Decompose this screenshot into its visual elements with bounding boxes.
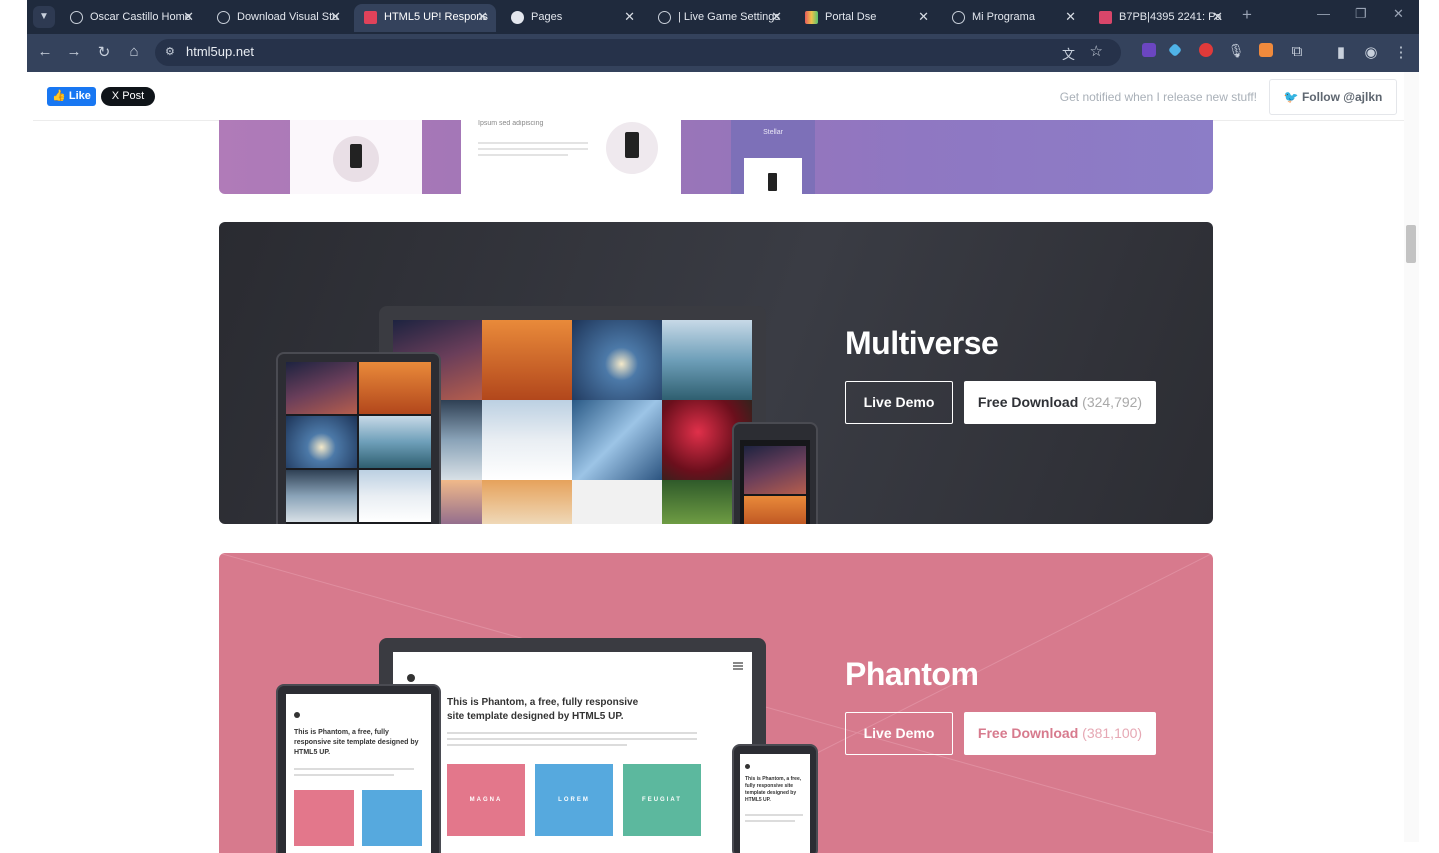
- preview-heading: This is Phantom, a free, fully responsiv…: [745, 776, 802, 803]
- close-icon[interactable]: ✕: [1212, 4, 1223, 30]
- template-card-multiverse: Multiverse Live Demo Free Download (324,…: [219, 222, 1213, 524]
- extension-gem-icon[interactable]: [1167, 42, 1183, 58]
- extensions-puzzle-icon[interactable]: ⧉: [1287, 43, 1307, 60]
- html5up-favicon-icon: [364, 11, 377, 24]
- notify-text: Get notified when I release new stuff!: [1059, 90, 1257, 104]
- home-icon[interactable]: ⌂: [124, 43, 144, 60]
- new-tab-button[interactable]: +: [1242, 5, 1252, 25]
- stellar-preview-banner: Ipsum sed adipiscing Stellar: [219, 120, 1213, 194]
- phone-hand-icon: [606, 122, 658, 174]
- preview-panel: [290, 120, 422, 194]
- tab-portal-dse[interactable]: Portal Dse ✕: [795, 4, 937, 32]
- preview-tile: LOREM: [535, 764, 613, 836]
- back-icon[interactable]: ←: [35, 43, 55, 60]
- live-demo-button[interactable]: Live Demo: [845, 381, 953, 424]
- preview-panel: Stellar: [731, 120, 815, 194]
- preview-heading: This is Phantom, a free, fully responsiv…: [447, 697, 639, 722]
- address-bar[interactable]: ⚙ html5up.net 文 ☆: [155, 39, 1121, 66]
- extension-record-icon[interactable]: [1199, 43, 1213, 57]
- tab-mi-programa[interactable]: Mi Programa ✕: [942, 4, 1084, 32]
- preview-caption: Ipsum sed adipiscing: [478, 120, 544, 127]
- site-settings-icon[interactable]: ⚙: [165, 45, 179, 59]
- phone-hand-icon: [333, 136, 379, 182]
- restore-icon[interactable]: ❐: [1355, 6, 1367, 22]
- close-icon[interactable]: ✕: [183, 4, 194, 30]
- menu-kebab-icon[interactable]: ⋮: [1391, 43, 1411, 61]
- like-label: Like: [68, 90, 91, 102]
- phone-mockup: This is Phantom, a free, fully responsiv…: [732, 744, 818, 853]
- globe-icon: [952, 11, 965, 24]
- template-title: Phantom: [845, 656, 979, 692]
- follow-label: Follow @ajlkn: [1301, 90, 1383, 104]
- tab-search-button[interactable]: ▼: [33, 6, 55, 28]
- template-title: Multiverse: [845, 325, 999, 361]
- hamburger-icon: [733, 662, 743, 664]
- template-card-phantom: This is Phantom, a free, fully responsiv…: [219, 553, 1213, 853]
- reload-icon[interactable]: ↻: [94, 43, 114, 61]
- page-top-bar: 👍 Like X Post Get notified when I releas…: [33, 79, 1404, 121]
- x-post-button[interactable]: X Post: [101, 87, 155, 106]
- browser-toolbar: ← → ↻ ⌂ ⚙ html5up.net 文 ☆ 🎙 ⧉ ▮ ◉ ⋮: [27, 34, 1419, 72]
- q-icon: [658, 11, 671, 24]
- side-panel-icon[interactable]: ▮: [1331, 43, 1351, 61]
- preview-panel: Ipsum sed adipiscing: [461, 120, 681, 194]
- tablet-mockup: This is Phantom, a free, fully responsiv…: [276, 684, 441, 853]
- browser-tab-strip: ▼ Oscar Castillo Home ✕ Download Visual …: [27, 0, 1419, 34]
- globe-icon: [70, 11, 83, 24]
- close-icon[interactable]: ✕: [330, 4, 341, 30]
- tablet-screen: [286, 362, 431, 524]
- preview-brand: Stellar: [763, 129, 783, 136]
- preview-tile: MAGNA: [447, 764, 525, 836]
- portal-favicon-icon: [805, 11, 818, 24]
- close-icon[interactable]: ✕: [477, 4, 488, 30]
- phantom-logo-icon: [407, 674, 415, 682]
- facebook-like-button[interactable]: 👍 Like: [47, 87, 96, 106]
- laptop-screen: This is Phantom, a free, fully responsiv…: [393, 652, 752, 853]
- laptop-screen: [393, 320, 752, 524]
- close-icon[interactable]: ✕: [771, 4, 782, 30]
- preview-tile: FEUGIAT: [623, 764, 701, 836]
- tab-download-visual-studio[interactable]: Download Visual Stu ✕: [207, 4, 349, 32]
- url-text[interactable]: html5up.net: [186, 44, 254, 59]
- minimize-icon[interactable]: —: [1317, 6, 1330, 21]
- download-count: (324,792): [1082, 394, 1143, 410]
- preview-heading: This is Phantom, a free, fully responsiv…: [294, 729, 419, 756]
- download-count: (381,100): [1082, 725, 1143, 741]
- tab-pages[interactable]: Pages ✕: [501, 4, 643, 32]
- scrollbar-thumb[interactable]: [1406, 225, 1416, 263]
- tab-oscar-castillo-home[interactable]: Oscar Castillo Home ✕: [60, 4, 202, 32]
- tab-html5up[interactable]: HTML5 UP! Respons ✕: [354, 4, 496, 32]
- profile-icon[interactable]: ◉: [1361, 43, 1381, 61]
- close-icon[interactable]: ✕: [1065, 4, 1076, 30]
- tab-live-game-settings[interactable]: | Live Game Settings ✕: [648, 4, 790, 32]
- live-demo-button[interactable]: Live Demo: [845, 712, 953, 755]
- forward-icon[interactable]: →: [64, 43, 84, 60]
- phantom-logo-icon: [294, 712, 300, 718]
- microphone-icon[interactable]: 🎙: [1226, 43, 1246, 59]
- close-icon[interactable]: ✕: [918, 4, 929, 30]
- extension-icon[interactable]: [1142, 43, 1156, 57]
- globe-icon: [217, 11, 230, 24]
- github-icon: [511, 11, 524, 24]
- bookmark-star-icon[interactable]: ☆: [1090, 42, 1103, 60]
- download-label: Free Download: [977, 725, 1079, 741]
- page-scrollbar[interactable]: [1404, 72, 1419, 842]
- translate-icon[interactable]: 文: [1062, 44, 1075, 63]
- twitter-follow-button[interactable]: 🐦 Follow @ajlkn: [1269, 79, 1397, 115]
- download-label: Free Download: [977, 394, 1079, 410]
- twitter-icon: 🐦: [1283, 90, 1299, 104]
- tab-b7pb[interactable]: B7PB|4395 2241: Pa ✕: [1089, 4, 1231, 32]
- tab-favicon-icon: [1099, 11, 1112, 24]
- phone-screen: [740, 440, 810, 524]
- tablet-screen: This is Phantom, a free, fully responsiv…: [286, 694, 431, 853]
- free-download-button[interactable]: Free Download (324,792): [964, 381, 1156, 424]
- free-download-button[interactable]: Free Download (381,100): [964, 712, 1156, 755]
- extension-orange-icon[interactable]: [1259, 43, 1273, 57]
- tablet-mockup: [276, 352, 441, 524]
- close-icon[interactable]: ✕: [624, 4, 635, 30]
- phantom-logo-icon: [745, 764, 750, 769]
- phone-mockup: [732, 422, 818, 524]
- phone-screen: This is Phantom, a free, fully responsiv…: [740, 754, 810, 853]
- close-window-icon[interactable]: ✕: [1393, 6, 1404, 22]
